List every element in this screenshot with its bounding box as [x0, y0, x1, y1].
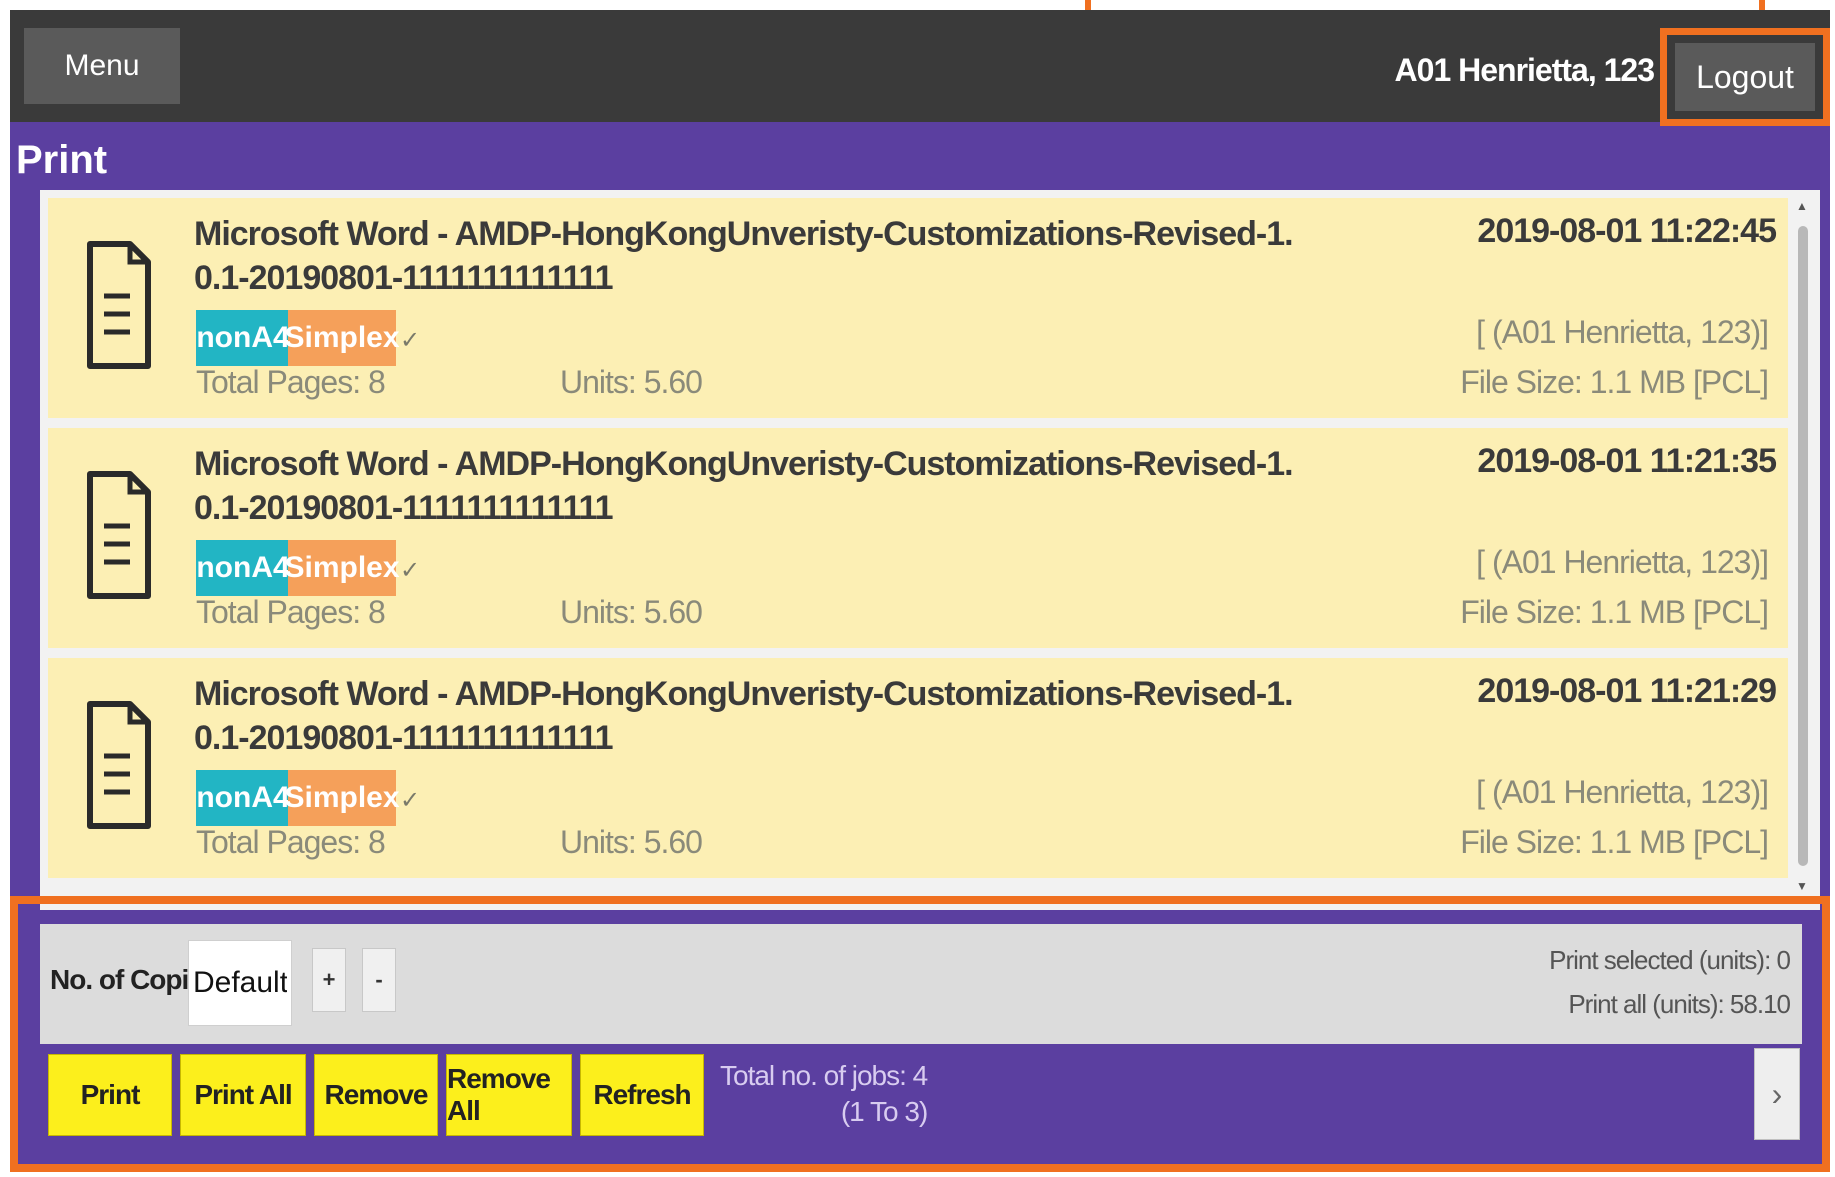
- job-total-pages: Total Pages: 8: [196, 594, 386, 630]
- print-all-units: Print all (units): 58.10: [1568, 989, 1791, 1019]
- menu-button[interactable]: Menu: [24, 28, 180, 104]
- logout-button[interactable]: Logout: [1675, 43, 1815, 111]
- print-app: Menu A01 Henrietta, 123 Logout Print Mic…: [10, 10, 1830, 1172]
- duplex-tag: Simplex: [284, 310, 400, 366]
- paper-size-tag: nonA4: [196, 310, 290, 366]
- scroll-up-icon[interactable]: ▲: [1792, 196, 1812, 216]
- job-title: Microsoft Word - AMDP-HongKongUnveristy-…: [194, 445, 1294, 527]
- copies-increment-button[interactable]: +: [312, 948, 346, 1012]
- scroll-down-icon[interactable]: ▼: [1792, 876, 1812, 896]
- job-datetime: 2019-08-01 11:22:45: [1477, 212, 1777, 250]
- duplex-tag: Simplex: [284, 770, 400, 826]
- page-title: Print: [16, 138, 108, 182]
- copies-input[interactable]: [188, 940, 292, 1026]
- document-icon: [87, 471, 151, 599]
- scroll-thumb[interactable]: [1798, 226, 1808, 866]
- job-row[interactable]: Microsoft Word - AMDP-HongKongUnveristy-…: [48, 658, 1788, 878]
- job-units: Units: 5.60: [560, 594, 703, 630]
- print-all-button[interactable]: Print All: [180, 1054, 306, 1136]
- top-header: Menu A01 Henrietta, 123: [10, 10, 1830, 122]
- highlight-frame-top: [1085, 0, 1765, 10]
- job-units: Units: 5.60: [560, 364, 703, 400]
- job-file-size: File Size: 1.1 MB [PCL]: [1460, 364, 1769, 400]
- job-list-scrollbar[interactable]: ▲ ▼: [1792, 196, 1812, 896]
- user-name: A01 Henrietta, 123: [1394, 52, 1655, 88]
- job-file-size: File Size: 1.1 MB [PCL]: [1460, 824, 1769, 860]
- check-icon: ✓: [400, 327, 421, 354]
- paper-size-tag: nonA4: [196, 770, 290, 826]
- job-list: Microsoft Word - AMDP-HongKongUnveristy-…: [40, 190, 1820, 910]
- print-selected-units: Print selected (units): 0: [1549, 945, 1791, 975]
- remove-all-button[interactable]: Remove All: [446, 1054, 572, 1136]
- refresh-button[interactable]: Refresh: [580, 1054, 704, 1136]
- print-controls-panel: No. of Copies: + - Print selected (units…: [10, 896, 1830, 1172]
- paper-size-tag: nonA4: [196, 540, 290, 596]
- logout-highlight: Logout: [1660, 28, 1830, 126]
- job-row[interactable]: Microsoft Word - AMDP-HongKongUnveristy-…: [48, 198, 1788, 418]
- job-row[interactable]: Microsoft Word - AMDP-HongKongUnveristy-…: [48, 428, 1788, 648]
- job-owner: [ (A01 Henrietta, 123)]: [1476, 544, 1769, 580]
- job-title: Microsoft Word - AMDP-HongKongUnveristy-…: [194, 215, 1294, 297]
- job-total-pages: Total Pages: 8: [196, 824, 386, 860]
- document-icon: [87, 701, 151, 829]
- job-title: Microsoft Word - AMDP-HongKongUnveristy-…: [194, 675, 1294, 757]
- chevron-right-icon[interactable]: ›: [1754, 1048, 1800, 1140]
- total-jobs-count: Total no. of jobs: 4: [720, 1060, 928, 1091]
- document-icon: [87, 241, 151, 369]
- duplex-tag: Simplex: [284, 540, 400, 596]
- units-summary: Print selected (units): 0 Print all (uni…: [1549, 938, 1791, 1026]
- remove-button[interactable]: Remove: [314, 1054, 438, 1136]
- job-datetime: 2019-08-01 11:21:29: [1477, 672, 1777, 710]
- job-total-pages: Total Pages: 8: [196, 364, 386, 400]
- job-owner: [ (A01 Henrietta, 123)]: [1476, 314, 1769, 350]
- job-datetime: 2019-08-01 11:21:35: [1477, 442, 1777, 480]
- check-icon: ✓: [400, 787, 421, 814]
- copies-bar: No. of Copies: + - Print selected (units…: [40, 924, 1802, 1044]
- jobs-pagination-info: Total no. of jobs: 4 (1 To 3): [720, 1058, 928, 1130]
- print-button[interactable]: Print: [48, 1054, 172, 1136]
- check-icon: ✓: [400, 557, 421, 584]
- copies-decrement-button[interactable]: -: [362, 948, 396, 1012]
- job-units: Units: 5.60: [560, 824, 703, 860]
- job-owner: [ (A01 Henrietta, 123)]: [1476, 774, 1769, 810]
- job-file-size: File Size: 1.1 MB [PCL]: [1460, 594, 1769, 630]
- jobs-range: (1 To 3): [840, 1096, 928, 1127]
